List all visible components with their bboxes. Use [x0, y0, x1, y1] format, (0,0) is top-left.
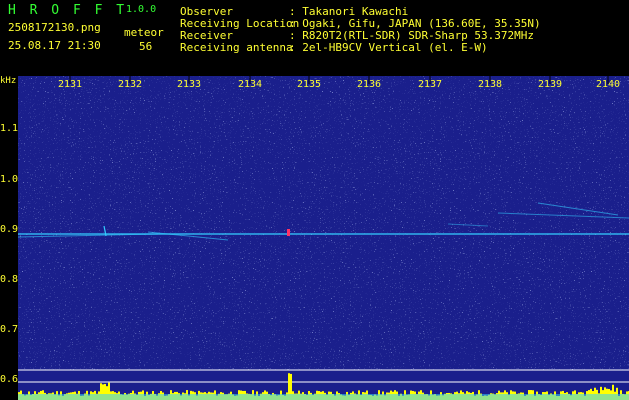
x-tick-label: 2135: [297, 79, 322, 90]
x-tick-label: 2138: [478, 79, 503, 90]
y-axis-label: kHz: [0, 76, 17, 86]
count-value: 56: [139, 40, 153, 53]
header-panel: H R O F F T 1.0.0 2508172130.png 25.08.1…: [0, 0, 629, 76]
count-label: meteor: [124, 26, 164, 39]
app-version: 1.0.0: [126, 4, 157, 15]
x-tick-label: 2131: [58, 79, 83, 90]
meteor-head-echo: [287, 229, 290, 236]
y-tick-label: 0.6: [0, 374, 19, 385]
y-tick-label: 0.7: [0, 324, 19, 335]
x-tick-label: 2140: [596, 79, 621, 90]
x-tick-label: 2136: [357, 79, 382, 90]
info-label-antenna: Receiving antenna: [180, 41, 293, 54]
x-tick-label: 2137: [418, 79, 443, 90]
spectrogram: [18, 76, 629, 400]
x-tick-label: 2139: [538, 79, 563, 90]
y-tick-label: 1.0: [0, 174, 19, 185]
date-time: 25.08.17 21:30: [8, 39, 101, 52]
x-tick-label: 2134: [238, 79, 263, 90]
y-tick-label: 1.1: [0, 123, 19, 134]
app-name: H R O F F T: [8, 3, 128, 18]
x-tick-label: 2132: [118, 79, 143, 90]
noise-texture: [18, 76, 629, 370]
y-tick-label: 0.9: [0, 224, 19, 235]
amplitude-floor: [18, 394, 629, 400]
x-tick-label: 2133: [177, 79, 202, 90]
info-value-antenna: : 2el-HB9CV Vertical (el. E-W): [289, 41, 488, 54]
y-tick-label: 0.8: [0, 274, 19, 285]
file-name: 2508172130.png: [8, 21, 101, 34]
